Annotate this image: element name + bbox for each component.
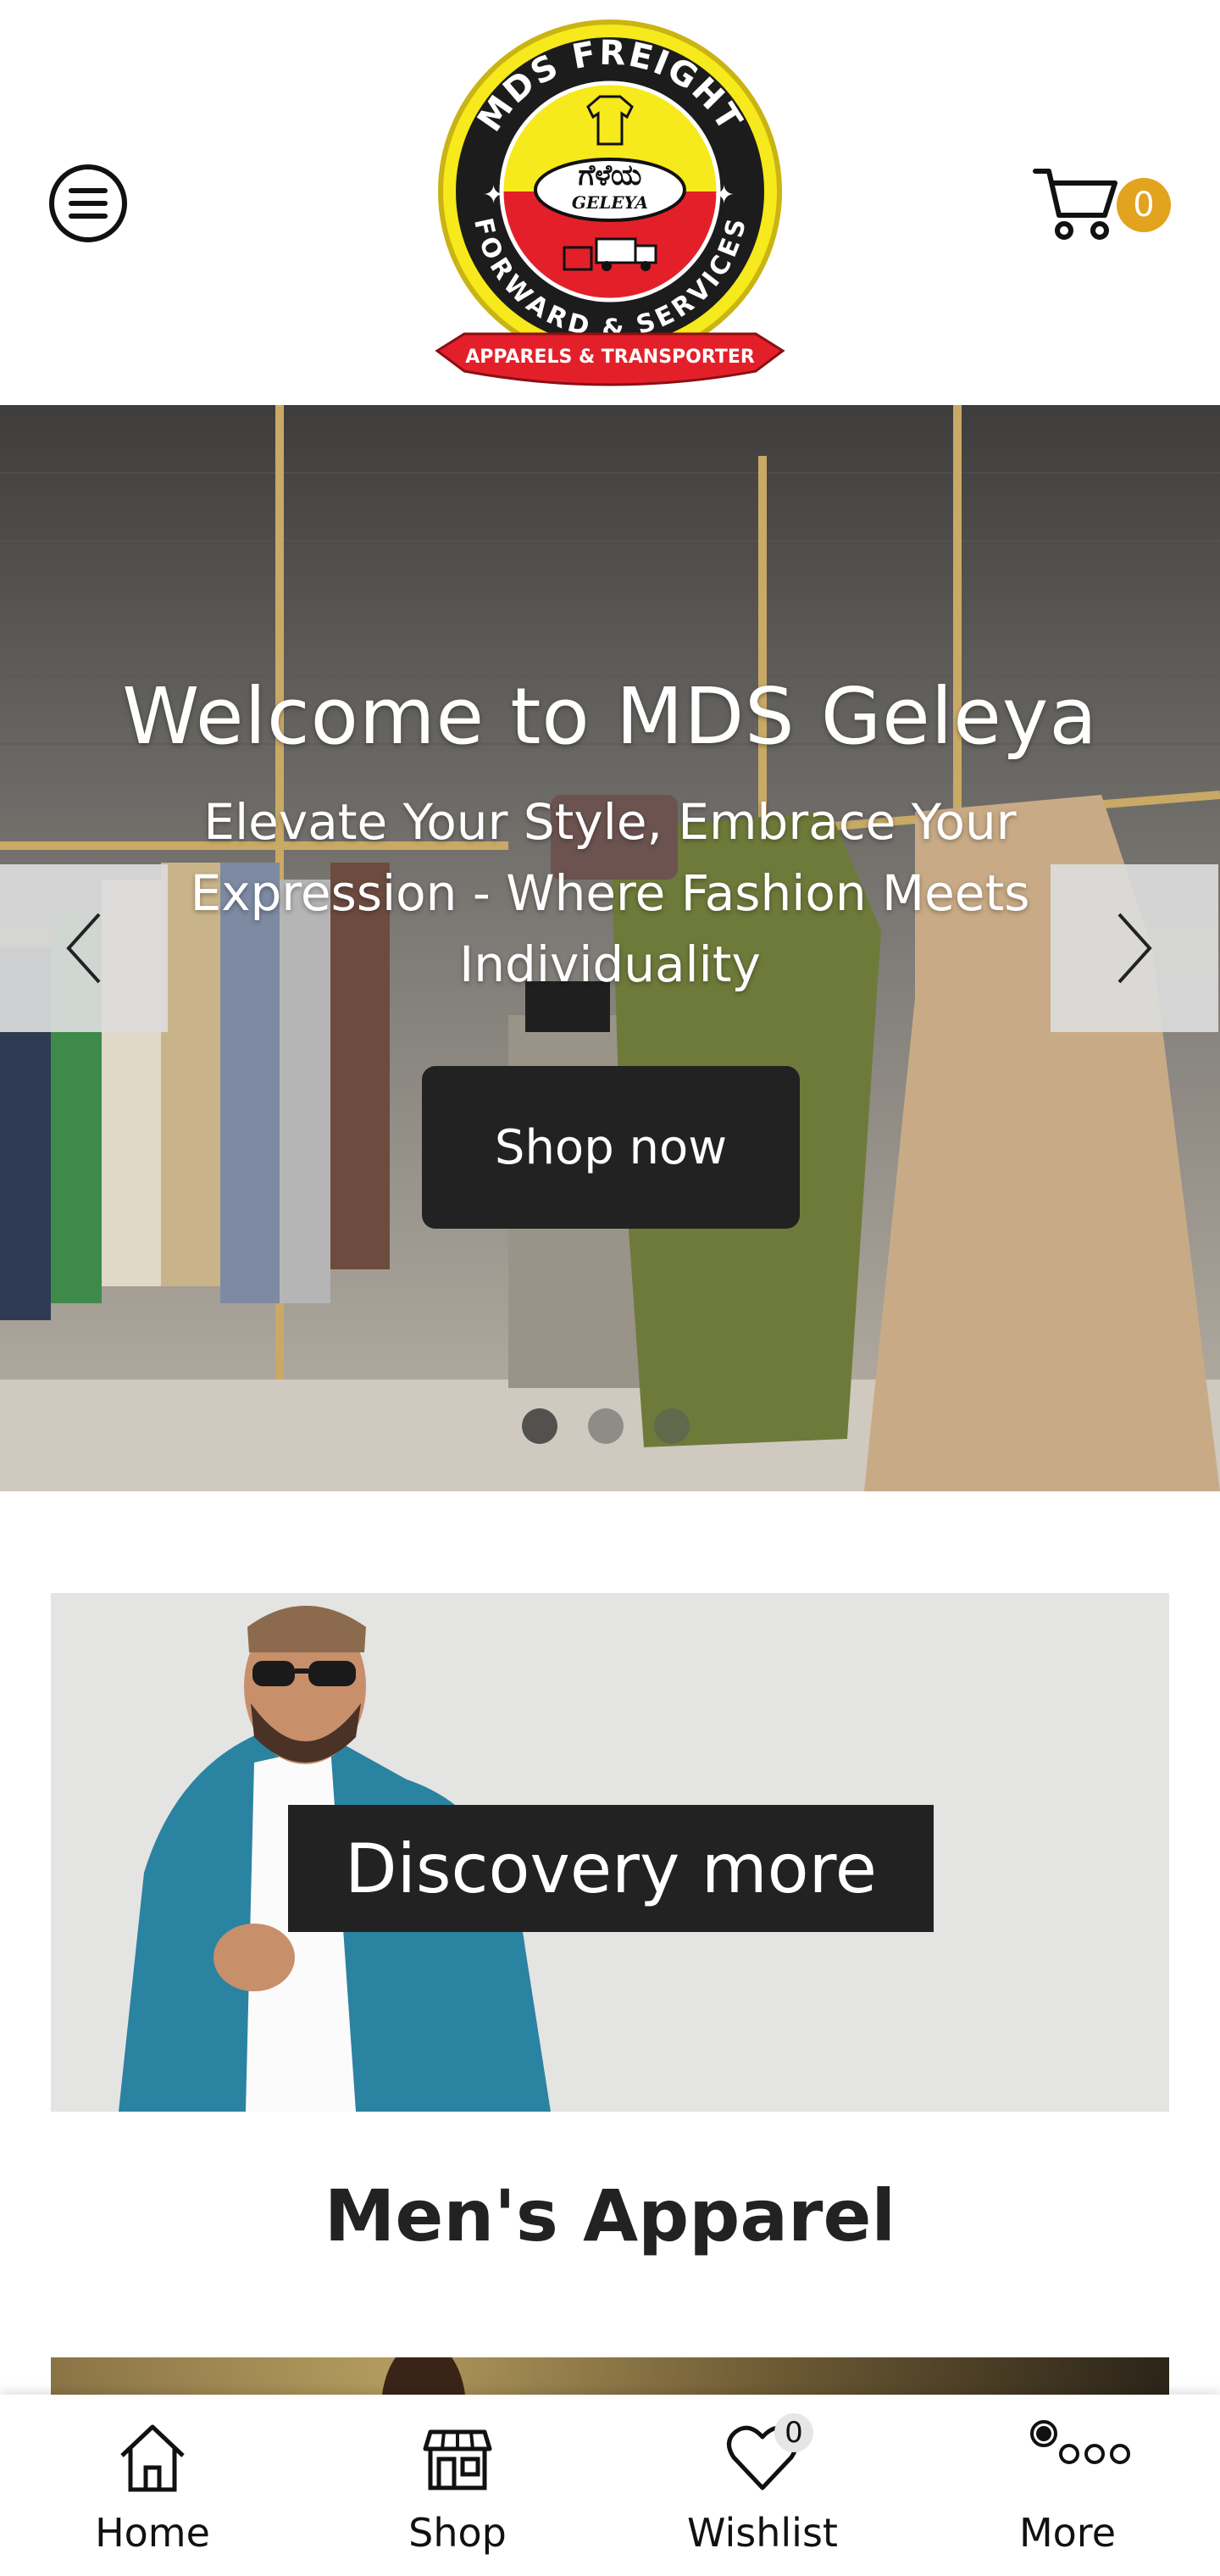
cart-button[interactable]: 0 (1032, 158, 1171, 251)
bottom-navigation: Home Shop 0 Wishlist More (0, 2395, 1220, 2576)
shop-now-button[interactable]: Shop now (422, 1066, 800, 1229)
hero-title: Welcome to MDS Geleya (122, 671, 1098, 762)
hero-subtitle: Elevate Your Style, Embrace Your Express… (190, 793, 1030, 993)
hero-slider: Welcome to MDS Geleya Elevate Your Style… (0, 405, 1220, 1491)
logo-latin-text: GELEYA (572, 192, 648, 213)
site-header: ಗೆಳೆಯ GELEYA ✦ ✦ MDS FREIGHT FORWARD & S… (0, 0, 1220, 405)
svg-text:✦: ✦ (483, 180, 504, 210)
mens-apparel-banner[interactable]: Discovery more (51, 1593, 1169, 2112)
slider-next-button[interactable] (1051, 864, 1218, 1032)
nav-more[interactable]: More (915, 2395, 1220, 2576)
chevron-left-icon (66, 913, 101, 984)
heart-icon: 0 (724, 2413, 813, 2496)
logo-kannada-text: ಗೆಳೆಯ (579, 158, 642, 192)
logo-ribbon-text: APPARELS & TRANSPORTER (465, 347, 755, 368)
nav-wishlist[interactable]: 0 Wishlist (610, 2395, 915, 2576)
store-icon (419, 2418, 496, 2496)
wishlist-count-badge: 0 (774, 2413, 813, 2452)
slider-dot-3[interactable] (654, 1408, 690, 1444)
cart-count-badge: 0 (1117, 178, 1171, 232)
slider-dot-2[interactable] (588, 1408, 624, 1444)
slider-dots (522, 1408, 690, 1444)
discovery-more-button[interactable]: Discovery more (288, 1805, 934, 1932)
nav-shop-label: Shop (408, 2510, 507, 2556)
svg-text:✦: ✦ (713, 180, 735, 210)
more-dots-icon (1029, 2418, 1130, 2496)
nav-more-label: More (1018, 2510, 1117, 2556)
category-title: Men's Apparel (324, 2174, 896, 2257)
shopping-cart-icon (1033, 169, 1117, 240)
brand-logo[interactable]: ಗೆಳೆಯ GELEYA ✦ ✦ MDS FREIGHT FORWARD & S… (430, 12, 790, 398)
nav-wishlist-label: Wishlist (687, 2510, 838, 2556)
home-icon (114, 2418, 191, 2496)
slider-prev-button[interactable] (0, 864, 168, 1032)
slider-dot-1[interactable] (522, 1408, 557, 1444)
hamburger-menu-icon[interactable] (49, 164, 127, 242)
nav-home[interactable]: Home (0, 2395, 305, 2576)
nav-shop[interactable]: Shop (305, 2395, 610, 2576)
chevron-right-icon (1117, 913, 1152, 984)
nav-home-label: Home (95, 2510, 210, 2556)
